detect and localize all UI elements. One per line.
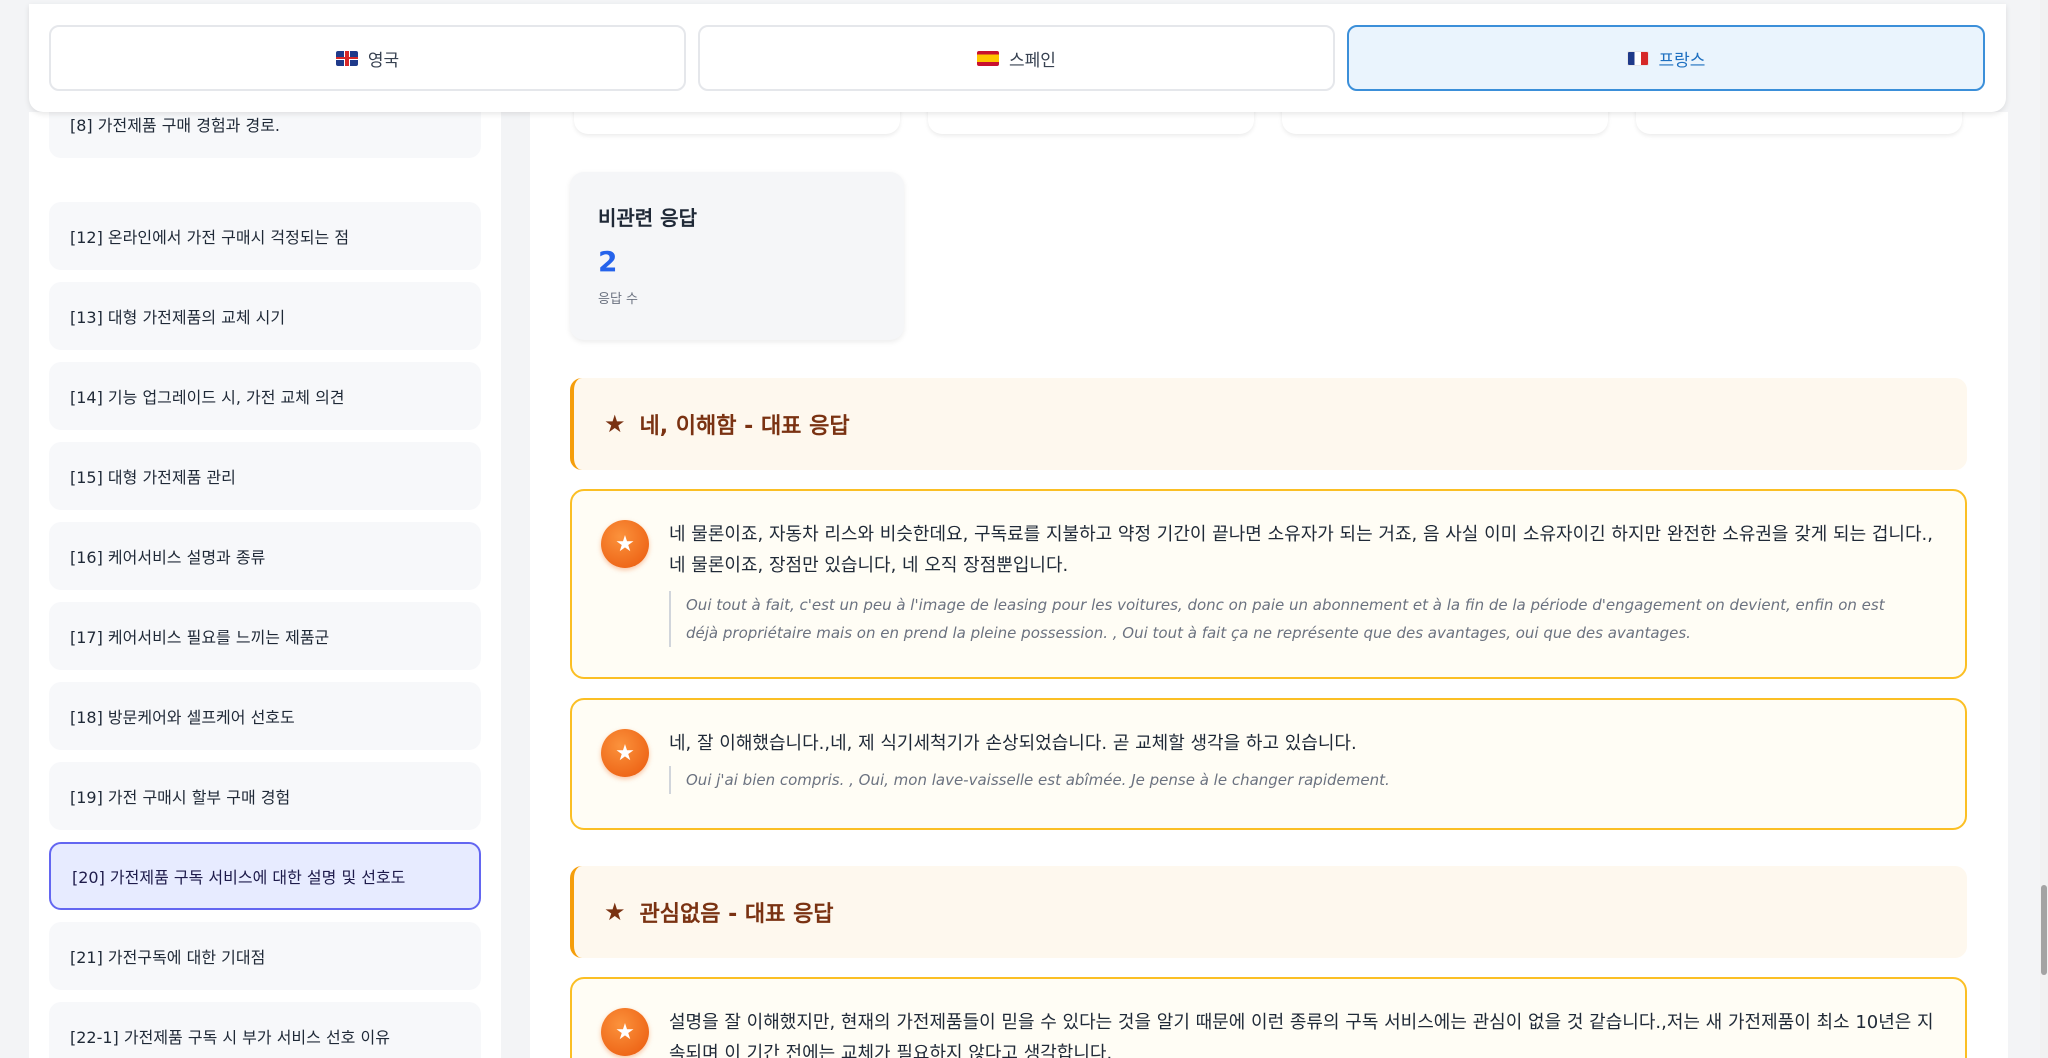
- star-badge-icon: ★: [601, 729, 649, 777]
- stat-card-partial: [928, 112, 1254, 134]
- sidebar-item-q14[interactable]: [14] 기능 업그레이드 시, 가전 교체 의견: [49, 362, 481, 430]
- main-content: 비관련 응답 2 응답 수 ★ 네, 이해함 - 대표 응답 ★ 네 물론이죠,…: [530, 112, 2008, 1058]
- sidebar-item-q8[interactable]: [8] 가전제품 구매 경험과 경로.: [49, 112, 481, 158]
- response-text-korean: 네 물론이죠, 자동차 리스와 비슷한데요, 구독료를 지불하고 약정 기간이 …: [669, 524, 1933, 576]
- uk-flag-icon: [335, 50, 358, 66]
- page-scrollbar[interactable]: [2040, 0, 2048, 1058]
- stat-card-unrelated: 비관련 응답 2 응답 수: [570, 172, 904, 340]
- response-text-french: Oui tout à fait, c'est un peu à l'image …: [669, 591, 1887, 647]
- tab-label: 스페인: [1009, 50, 1056, 71]
- sidebar-item-q22-1[interactable]: [22-1] 가전제품 구독 시 부가 서비스 선호 이유: [49, 1002, 481, 1058]
- sidebar-item-label: [14] 기능 업그레이드 시, 가전 교체 의견: [70, 388, 345, 407]
- question-sidebar: [8] 가전제품 구매 경험과 경로. [12] 온라인에서 가전 구매시 걱정…: [29, 112, 501, 1058]
- section-header-understood: ★ 네, 이해함 - 대표 응답: [570, 378, 1967, 470]
- tab-france[interactable]: 프랑스: [1347, 25, 1985, 91]
- response-card: ★ 네, 잘 이해했습니다.,네, 제 식기세척기가 손상되었습니다. 곧 교체…: [570, 698, 1967, 830]
- sidebar-item-label: [18] 방문케어와 셀프케어 선호도: [70, 708, 295, 727]
- sidebar-item-label: [20] 가전제품 구독 서비스에 대한 설명 및 선호도: [72, 868, 406, 887]
- sidebar-item-label: [15] 대형 가전제품 관리: [70, 468, 236, 487]
- sidebar-item-label: [12] 온라인에서 가전 구매시 걱정되는 점: [70, 228, 350, 247]
- tab-label: 프랑스: [1658, 50, 1706, 71]
- stat-card-partial: [1282, 112, 1608, 134]
- sidebar-item-q21[interactable]: [21] 가전구독에 대한 기대점: [49, 922, 481, 990]
- response-text-korean: 설명을 잘 이해했지만, 현재의 가전제품들이 믿을 수 있다는 것을 알기 때…: [669, 1012, 1934, 1058]
- section-header-not-interested: ★ 관심없음 - 대표 응답: [570, 866, 1967, 958]
- section-title: 네, 이해함 - 대표 응답: [639, 414, 850, 439]
- france-flag-icon: [1626, 50, 1649, 66]
- stat-title: 비관련 응답: [598, 206, 697, 230]
- tab-uk[interactable]: 영국: [49, 25, 686, 91]
- spain-flag-icon: [977, 50, 1000, 66]
- sidebar-item-q13[interactable]: [13] 대형 가전제품의 교체 시기: [49, 282, 481, 350]
- tab-spain[interactable]: 스페인: [698, 25, 1335, 91]
- stat-value: 2: [598, 245, 618, 278]
- sidebar-item-q20[interactable]: [20] 가전제품 구독 서비스에 대한 설명 및 선호도: [49, 842, 481, 910]
- sidebar-item-label: [8] 가전제품 구매 경험과 경로.: [70, 116, 281, 135]
- section-title: 관심없음 - 대표 응답: [639, 902, 834, 927]
- star-badge-icon: ★: [601, 1008, 649, 1056]
- response-text-french: Oui j'ai bien compris. , Oui, mon lave-v…: [669, 766, 1887, 794]
- sidebar-item-label: [13] 대형 가전제품의 교체 시기: [70, 308, 286, 327]
- response-card: ★ 네 물론이죠, 자동차 리스와 비슷한데요, 구독료를 지불하고 약정 기간…: [570, 489, 1967, 679]
- country-tabbar: 영국 스페인 프랑스: [29, 4, 2006, 112]
- sidebar-item-label: [17] 케어서비스 필요를 느끼는 제품군: [70, 628, 330, 647]
- star-icon: ★: [604, 410, 626, 438]
- sidebar-item-q19[interactable]: [19] 가전 구매시 할부 구매 경험: [49, 762, 481, 830]
- stat-card-partial: [1636, 112, 1962, 134]
- sidebar-item-q16[interactable]: [16] 케어서비스 설명과 종류: [49, 522, 481, 590]
- stat-subtitle: 응답 수: [598, 292, 639, 307]
- response-card: ★ 설명을 잘 이해했지만, 현재의 가전제품들이 믿을 수 있다는 것을 알기…: [570, 977, 1967, 1058]
- sidebar-item-label: [22-1] 가전제품 구독 시 부가 서비스 선호 이유: [70, 1028, 390, 1047]
- sidebar-item-q12[interactable]: [12] 온라인에서 가전 구매시 걱정되는 점: [49, 202, 481, 270]
- stat-card-partial: [574, 112, 900, 134]
- star-badge-icon: ★: [601, 520, 649, 568]
- scrollbar-thumb[interactable]: [2041, 885, 2047, 975]
- tab-label: 영국: [367, 50, 400, 71]
- sidebar-item-label: [16] 케어서비스 설명과 종류: [70, 548, 266, 567]
- response-text-korean: 네, 잘 이해했습니다.,네, 제 식기세척기가 손상되었습니다. 곧 교체할 …: [669, 733, 1357, 754]
- sidebar-item-label: [19] 가전 구매시 할부 구매 경험: [70, 788, 291, 807]
- sidebar-item-q17[interactable]: [17] 케어서비스 필요를 느끼는 제품군: [49, 602, 481, 670]
- star-icon: ★: [604, 898, 626, 926]
- sidebar-item-q15[interactable]: [15] 대형 가전제품 관리: [49, 442, 481, 510]
- sidebar-item-q18[interactable]: [18] 방문케어와 셀프케어 선호도: [49, 682, 481, 750]
- sidebar-item-label: [21] 가전구독에 대한 기대점: [70, 948, 266, 967]
